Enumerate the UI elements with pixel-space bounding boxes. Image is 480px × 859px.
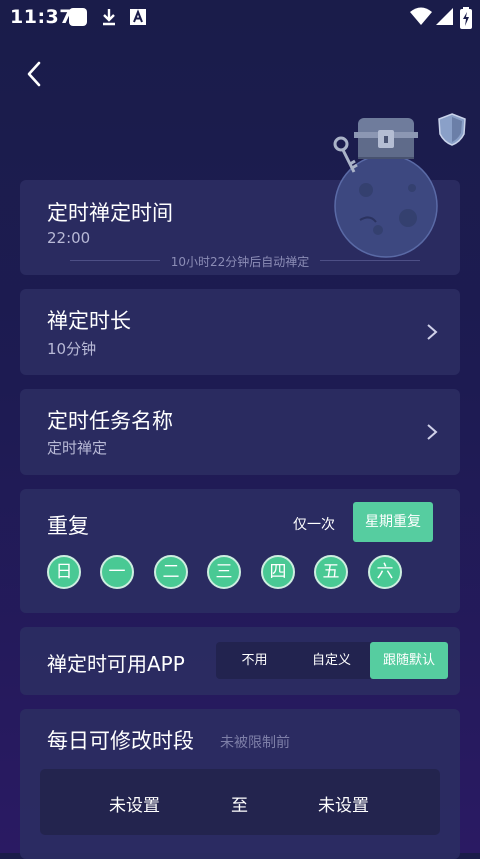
- day-thursday[interactable]: 四: [261, 555, 295, 589]
- back-button[interactable]: [18, 56, 54, 92]
- app-mode-follow-default[interactable]: 跟随默认: [370, 642, 448, 679]
- signal-icon: [436, 7, 454, 31]
- app-notification-icon: [68, 7, 88, 31]
- wifi-icon: [410, 7, 432, 31]
- timer-title: 定时禅定时间: [47, 201, 173, 225]
- timer-time: 22:00: [47, 229, 91, 247]
- moon-planet: [333, 118, 438, 258]
- app-mode-custom[interactable]: 自定义: [293, 642, 370, 679]
- day-tuesday[interactable]: 二: [154, 555, 188, 589]
- repeat-weekly-button[interactable]: 星期重复: [353, 502, 433, 542]
- hint-divider-right: [320, 260, 420, 261]
- font-icon: [128, 7, 148, 31]
- chest-icon: [354, 118, 418, 159]
- app-mode-segmented-control: 不用 自定义 跟随默认: [216, 642, 448, 679]
- day-saturday[interactable]: 六: [368, 555, 402, 589]
- status-bar: 11:37: [0, 0, 480, 34]
- repeat-title: 重复: [47, 514, 89, 538]
- period-range: 未设置 至 未设置: [40, 769, 440, 835]
- task-title: 定时任务名称: [47, 409, 173, 433]
- chevron-right-icon: [427, 324, 438, 340]
- task-value: 定时禅定: [47, 439, 108, 457]
- repeat-card: 重复 仅一次 星期重复 日 一 二 三 四 五 六: [20, 489, 460, 613]
- battery-icon: [460, 7, 472, 33]
- day-monday[interactable]: 一: [100, 555, 134, 589]
- editable-period-card: 每日可修改时段 未被限制前 未设置 至 未设置: [20, 709, 460, 859]
- download-icon: [99, 7, 119, 31]
- day-wednesday[interactable]: 三: [207, 555, 241, 589]
- key-icon: [333, 136, 358, 173]
- illustration: [330, 110, 442, 260]
- duration-title: 禅定时长: [47, 309, 131, 333]
- available-app-title: 禅定时可用APP: [47, 652, 185, 676]
- status-time: 11:37: [10, 6, 73, 28]
- duration-value: 10分钟: [47, 340, 97, 358]
- back-icon: [27, 61, 41, 87]
- task-name-card[interactable]: 定时任务名称 定时禅定: [20, 389, 460, 475]
- period-separator: 至: [231, 796, 248, 816]
- chevron-right-icon: [427, 424, 438, 440]
- period-title: 每日可修改时段: [47, 729, 194, 753]
- day-sunday[interactable]: 日: [47, 555, 81, 589]
- period-start[interactable]: 未设置: [109, 791, 160, 816]
- day-friday[interactable]: 五: [314, 555, 348, 589]
- app-mode-none[interactable]: 不用: [216, 642, 293, 679]
- duration-card[interactable]: 禅定时长 10分钟: [20, 289, 460, 375]
- period-end[interactable]: 未设置: [318, 791, 369, 816]
- repeat-once-option[interactable]: 仅一次: [293, 514, 335, 534]
- available-app-card: 禅定时可用APP 不用 自定义 跟随默认: [20, 627, 460, 695]
- period-note: 未被限制前: [220, 735, 290, 751]
